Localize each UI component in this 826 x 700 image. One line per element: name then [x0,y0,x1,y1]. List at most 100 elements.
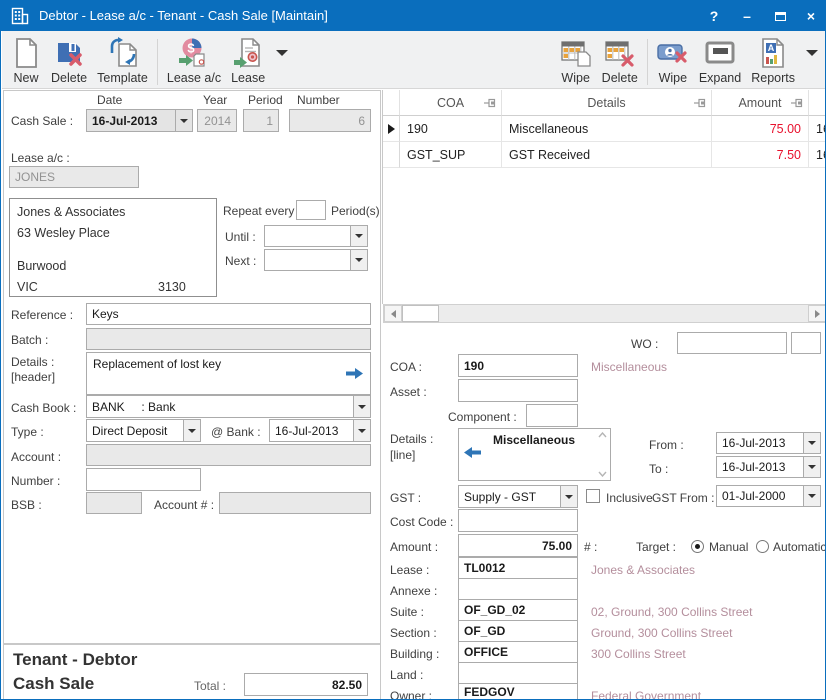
arrow-right-icon [815,310,820,318]
dropdown-button[interactable] [350,250,367,270]
cash-book-combo[interactable]: BANK : Bank [86,395,371,418]
lease-ac-button[interactable]: $ Lease a/c [162,35,226,87]
section-field[interactable] [458,620,578,642]
new-document-icon [11,37,41,69]
arrow-left-icon[interactable] [464,447,481,458]
chevron-down-icon [565,495,573,499]
dropdown-button[interactable] [353,420,370,441]
to-date-combo[interactable]: 16-Jul-2013 [716,456,821,478]
maximize-button[interactable] [765,1,795,31]
next-label: Next : [225,254,256,268]
reports-dropdown-button[interactable] [800,35,824,87]
details-line-sublabel: [line] [390,448,415,462]
dropdown-button[interactable] [175,110,192,131]
section-annotation: Ground, 300 Collins Street [591,626,732,640]
next-combo[interactable] [264,249,368,271]
grid-cell-coa[interactable]: GST_SUP [400,142,502,168]
wipe-grid-button[interactable]: Wipe [555,35,597,87]
reports-button[interactable]: A Reports [746,35,800,87]
wipe-payment-button[interactable]: Wipe [652,35,694,87]
grid-cell-amount[interactable]: 75.00 [712,116,809,142]
building-annotation: 300 Collins Street [591,647,686,661]
delete-grid-button[interactable]: Delete [597,35,643,87]
target-manual-radio[interactable] [691,540,704,553]
number-input-field[interactable] [86,468,201,491]
gst-from-date-combo[interactable]: 01-Jul-2000 [716,485,821,507]
building-field[interactable] [458,641,578,663]
grid-cell-partial[interactable]: 16 [809,116,826,142]
repeat-every-field[interactable] [296,200,326,220]
template-button[interactable]: Template [92,35,153,87]
chevron-down-icon [808,441,816,445]
type-combo[interactable]: Direct Deposit [86,419,201,442]
at-bank-date-combo[interactable]: 16-Jul-2013 [269,419,371,442]
pin-icon[interactable] [791,98,803,108]
address-line2: 63 Wesley Place [17,226,110,240]
chevron-down-icon [355,258,363,262]
scrollbar-thumb[interactable] [402,305,439,322]
column-header-coa[interactable]: COA [400,90,502,116]
dropdown-button[interactable] [803,486,820,506]
dropdown-button[interactable] [803,457,820,477]
close-button[interactable]: × [796,1,826,31]
grid-cell-partial[interactable]: 16 [809,142,826,168]
annexe-field[interactable] [458,578,578,600]
gst-label: GST : [390,491,421,505]
reference-field[interactable] [86,303,371,325]
gst-combo[interactable]: Supply - GST [458,485,578,508]
wo-extra-field[interactable] [791,332,821,354]
pin-icon[interactable] [484,98,496,108]
dropdown-button[interactable] [350,226,367,246]
minimize-button[interactable]: – [732,1,762,31]
grid-cell-details[interactable]: Miscellaneous [502,116,712,142]
pin-icon[interactable] [694,98,706,108]
land-field[interactable] [458,662,578,684]
scroll-down-icon[interactable] [598,471,607,477]
chevron-down-icon [808,494,816,498]
details-header-label: Details : [11,355,54,369]
scroll-up-icon[interactable] [598,432,607,438]
wo-field[interactable] [677,332,787,354]
scroll-right-button[interactable] [808,305,826,322]
cost-code-label: Cost Code : [390,515,453,529]
inclusive-checkbox[interactable] [586,489,600,503]
arrow-right-icon[interactable] [346,368,363,379]
dropdown-button[interactable] [183,420,200,441]
lease-dropdown-button[interactable] [270,35,294,87]
lease-button[interactable]: Lease [226,35,270,87]
at-bank-label: @ Bank : [211,425,261,439]
expand-button[interactable]: Expand [694,35,746,87]
delete-button[interactable]: Delete [46,35,92,87]
grid-cell-coa[interactable]: 190 [400,116,502,142]
grid-horizontal-scrollbar[interactable] [383,304,826,323]
dropdown-button[interactable] [560,486,577,507]
owner-field[interactable] [458,683,578,700]
help-button[interactable]: ? [699,1,729,31]
suite-field[interactable] [458,599,578,621]
until-combo[interactable] [264,225,368,247]
account-number-label: Account # : [154,498,214,512]
lease-field[interactable] [458,557,578,579]
amount-field[interactable] [458,534,578,557]
details-header-field[interactable]: Replacement of lost key [86,352,371,395]
coa-field[interactable] [458,354,578,377]
new-button[interactable]: New [6,35,46,87]
title-bar[interactable]: Debtor - Lease a/c - Tenant - Cash Sale … [1,1,825,31]
grid-cell-details[interactable]: GST Received [502,142,712,168]
column-header-amount[interactable]: Amount [712,90,809,116]
column-header-details[interactable]: Details [502,90,712,116]
from-date-combo[interactable]: 16-Jul-2013 [716,432,821,454]
target-automatic-radio[interactable] [756,540,769,553]
row-selector[interactable] [383,142,400,168]
dropdown-button[interactable] [353,396,370,417]
scroll-left-button[interactable] [384,305,402,322]
row-selector[interactable] [383,116,400,142]
grid-cell-amount[interactable]: 7.50 [712,142,809,168]
asset-field[interactable] [458,379,578,402]
cash-sale-date-combo[interactable]: 16-Jul-2013 [86,109,193,132]
cost-code-field[interactable] [458,509,578,532]
dropdown-button[interactable] [803,433,820,453]
owner-annotation: Federal Government [591,689,701,700]
details-line-field[interactable]: Miscellaneous [458,428,611,481]
component-field[interactable] [526,404,578,427]
